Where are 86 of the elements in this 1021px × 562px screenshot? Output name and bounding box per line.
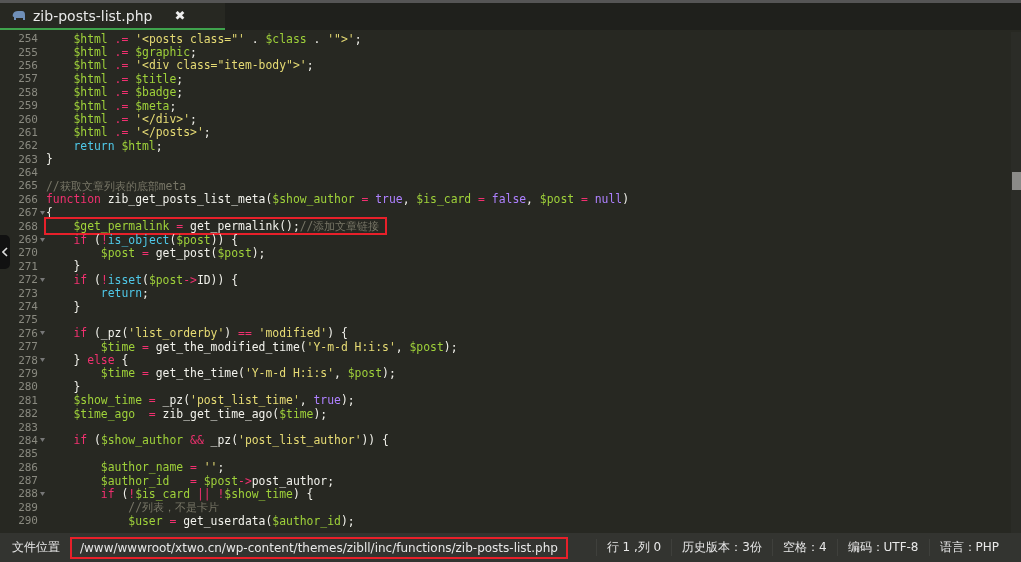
tab-title: zib-posts-list.php — [33, 7, 153, 24]
line-number: 258 — [17, 85, 38, 99]
code-line: } — [45, 151, 54, 169]
line-number: 287 — [17, 474, 38, 488]
fold-caret-icon[interactable] — [40, 331, 45, 336]
line-number: 257 — [17, 72, 38, 86]
code-line: } else { — [72, 353, 129, 368]
fold-caret-icon[interactable] — [40, 237, 45, 242]
fold-caret-icon[interactable] — [40, 438, 45, 443]
line-number: 255 — [17, 45, 38, 59]
code-line: $html .= $title; — [72, 71, 184, 86]
code-line: function zib_get_posts_list_meta($show_author = true, $is_card = false, $post = null) — [45, 192, 630, 207]
file-path: /www/wwwroot/xtwo.cn/wp-content/themes/zibll/inc/functions/zib-posts-list.php — [70, 536, 568, 559]
code-line: $author_id = $post->post_author; — [99, 473, 336, 489]
code-line: //获取文章列表的底部meta — [45, 177, 188, 193]
line-number: 270 — [17, 246, 38, 260]
code-line: $html .= '<posts class="' . $class . '">'; — [72, 30, 363, 47]
line-number: 254 — [17, 32, 38, 46]
code-line: $user = get_userdata($author_id); — [127, 513, 356, 530]
status-item: 语言：PHP — [928, 539, 1009, 556]
line-number: 269 — [17, 233, 38, 247]
line-number: 274 — [17, 300, 38, 313]
fold-caret-icon[interactable] — [40, 210, 45, 215]
code-line: if (!$is_card || !$show_time) { — [99, 487, 314, 501]
code-line: if ($show_author && _pz('post_list_author')) { — [72, 432, 390, 450]
collapse-handle[interactable] — [0, 235, 10, 269]
code-line: return $html; — [72, 138, 163, 155]
line-number: 275 — [17, 313, 38, 327]
code-line: if (_pz('list_orderby') == 'modified') { — [72, 325, 349, 341]
line-number: 283 — [17, 420, 38, 434]
code-line: } — [72, 298, 82, 316]
line-number: 266 — [17, 192, 38, 206]
close-icon[interactable]: ✖ — [174, 8, 186, 23]
line-number: 290 — [17, 514, 38, 528]
code-line: $html .= '<div class="item-body">'; — [72, 58, 315, 73]
status-item: 空格：4 — [771, 539, 837, 556]
line-number: 289 — [17, 500, 38, 514]
scrollbar[interactable] — [1011, 32, 1021, 533]
fold-caret-icon[interactable] — [40, 358, 45, 363]
line-number: 262 — [17, 139, 38, 153]
chevron-left-icon — [2, 247, 8, 257]
line-number: 273 — [17, 286, 38, 300]
line-number: 286 — [17, 460, 38, 474]
line-number: 288 — [17, 487, 38, 501]
code-line: $author_name = ''; — [99, 459, 226, 475]
code-line: $time_ago = zib_get_time_ago($time); — [72, 406, 329, 423]
line-number: 256 — [17, 58, 38, 72]
fold-caret-icon[interactable] — [40, 277, 45, 282]
line-number: 265 — [17, 179, 38, 193]
code-line: if (!isset($post->ID)) { — [72, 272, 240, 288]
line-number: 268 — [17, 219, 38, 233]
line-number: 272 — [17, 273, 38, 287]
code-line: $show_time = _pz('post_list_time', true); — [72, 393, 356, 408]
code-line: $html .= '</div>'; — [72, 112, 198, 127]
code-line: $html .= $meta; — [72, 98, 178, 113]
line-number: 284 — [17, 433, 38, 447]
line-number: 261 — [17, 125, 38, 139]
status-item: 行 1 ,列 0 — [595, 539, 672, 556]
code-line: $html .= $graphic; — [72, 45, 197, 60]
line-number: 276 — [17, 326, 38, 340]
line-number: 267 — [17, 206, 38, 220]
code-line: //列表，不是卡片 — [127, 499, 220, 515]
line-number: 263 — [17, 152, 38, 166]
line-number: 277 — [17, 340, 38, 354]
line-number: 279 — [17, 366, 38, 380]
line-number: 259 — [17, 99, 38, 113]
line-number: 264 — [17, 166, 38, 180]
status-item: 历史版本：3份 — [671, 539, 772, 556]
code-line: } — [72, 378, 82, 394]
fold-caret-icon[interactable] — [40, 491, 45, 496]
line-number: 280 — [17, 380, 38, 394]
line-number: 271 — [17, 259, 38, 273]
line-number: 260 — [17, 112, 38, 126]
file-tab[interactable]: zib-posts-list.php ✖ — [0, 3, 226, 30]
line-number: 281 — [17, 393, 38, 407]
line-number: 285 — [17, 447, 38, 461]
code-line: return; — [99, 285, 150, 303]
line-number: 278 — [17, 353, 38, 367]
line-number: 282 — [17, 407, 38, 421]
code-line: $time = get_the_time('Y-m-d H:i:s', $post); — [99, 366, 397, 383]
code-line: } — [72, 258, 82, 274]
file-location-label: 文件位置 — [12, 539, 60, 556]
code-line: $time = get_the_modified_time('Y-m-d H:i:s', $post); — [100, 339, 459, 354]
status-item: 编码：UTF-8 — [836, 539, 929, 556]
code-line: $html .= '</posts>'; — [72, 125, 212, 140]
code-line: $html .= $badge; — [72, 85, 185, 100]
